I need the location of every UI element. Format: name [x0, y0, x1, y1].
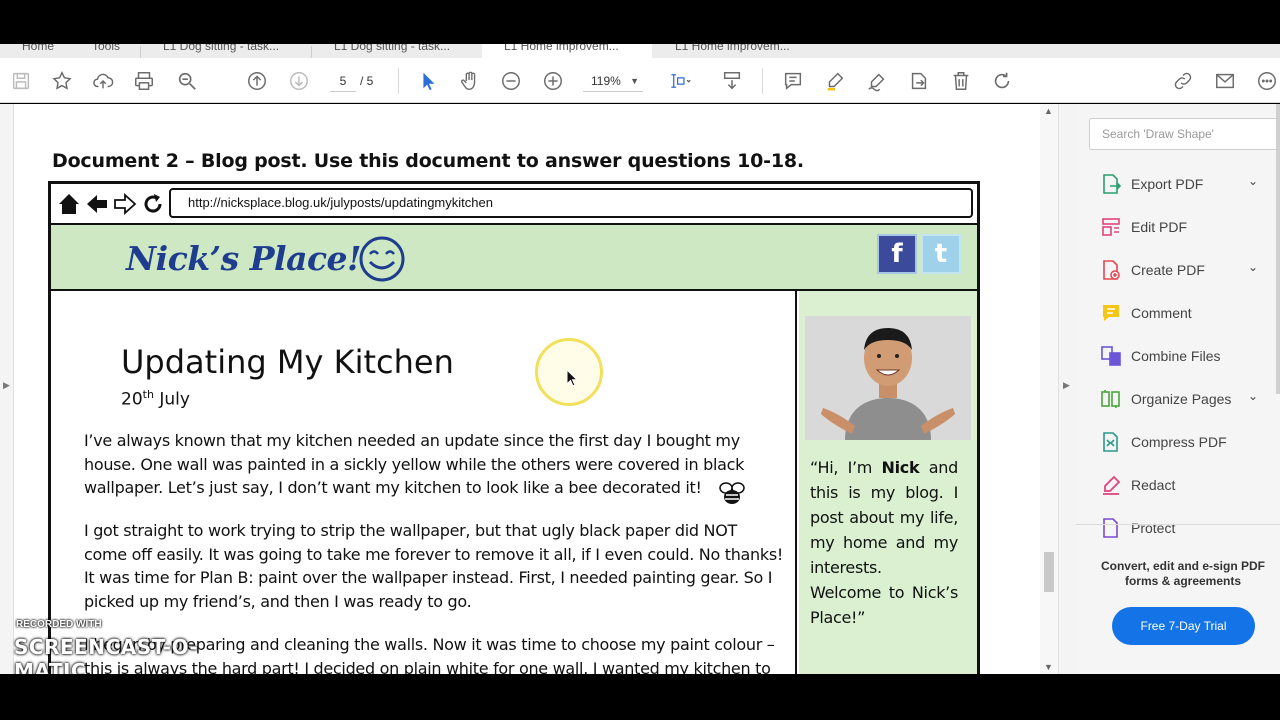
document-heading: Document 2 – Blog post. Use this documen…: [52, 150, 804, 172]
expand-left-icon: ▶: [3, 380, 10, 390]
hand-tool-icon[interactable]: [457, 68, 483, 94]
left-panel-toggle[interactable]: ▶: [0, 104, 14, 674]
chevron-down-icon: ▼: [630, 76, 639, 86]
blog-header: Nick’s Place! f t: [51, 223, 977, 291]
toolbar-separator: [398, 68, 399, 94]
scroll-down-icon[interactable]: ▼: [1044, 662, 1053, 672]
create-pdf-icon: [1100, 259, 1122, 281]
comment-icon: [1100, 302, 1122, 324]
sidebar-name: Nick: [881, 458, 920, 477]
tab-document[interactable]: L1 Home improvem...: [653, 44, 823, 58]
chevron-down-icon[interactable]: ⌄: [1248, 389, 1258, 403]
print-icon[interactable]: [131, 68, 157, 94]
blog-title: Nick’s Place!: [126, 239, 362, 278]
post-title: Updating My Kitchen: [121, 343, 454, 381]
back-arrow-icon: [87, 195, 107, 213]
tab-bar: Home Tools L1 Dog sitting - task... L1 D…: [0, 44, 1280, 58]
chevron-down-icon[interactable]: ⌄: [1248, 260, 1258, 274]
sidebar-intro: “Hi, I’m Nick and this is my blog. I pos…: [810, 458, 958, 627]
comment-icon[interactable]: [780, 68, 806, 94]
free-trial-button[interactable]: Free 7-Day Trial: [1112, 607, 1255, 645]
page-display-icon[interactable]: [667, 68, 693, 94]
previous-page-icon[interactable]: [244, 68, 270, 94]
scrollbar-thumb[interactable]: [1044, 552, 1054, 592]
tool-combine-files[interactable]: Combine Files: [1100, 343, 1270, 369]
profile-photo: [805, 316, 971, 440]
zoom-out-icon[interactable]: [498, 68, 524, 94]
home-icon: [59, 194, 79, 214]
tab-document-active[interactable]: L1 Home improvem...: [482, 44, 652, 58]
compress-pdf-icon: [1100, 431, 1122, 453]
page-total: / 5: [360, 74, 374, 88]
toolbar-separator: [762, 68, 763, 94]
tab-tools[interactable]: Tools: [70, 44, 140, 58]
tool-edit-pdf[interactable]: Edit PDF: [1100, 214, 1270, 240]
share-link-icon[interactable]: [1170, 68, 1196, 94]
browser-nav-icons: [57, 192, 163, 216]
mouse-pointer-icon: [566, 369, 578, 387]
organize-pages-icon: [1100, 388, 1122, 410]
zoom-select[interactable]: 119% ▼: [583, 70, 643, 92]
tab-document[interactable]: L1 Dog sitting - task...: [141, 44, 311, 58]
sign-icon[interactable]: [864, 68, 890, 94]
twitter-icon: t: [921, 234, 961, 274]
tool-create-pdf[interactable]: Create PDF ⌄: [1100, 257, 1270, 283]
refresh-icon: [144, 194, 162, 213]
save-icon[interactable]: [8, 68, 34, 94]
export-share-icon[interactable]: [906, 68, 932, 94]
right-panel-toggle[interactable]: ▶: [1058, 104, 1076, 674]
more-menu-icon[interactable]: [1254, 68, 1280, 94]
delete-icon[interactable]: [948, 68, 974, 94]
bee-icon: [719, 482, 745, 504]
tool-compress-pdf[interactable]: Compress PDF: [1100, 429, 1270, 455]
sidebar-welcome: Welcome to Nick’s Place!”: [810, 583, 958, 627]
tools-search-input[interactable]: Search 'Draw Shape': [1089, 118, 1279, 150]
upload-cloud-icon[interactable]: [90, 68, 116, 94]
edit-pdf-icon: [1100, 216, 1122, 238]
protect-icon: [1100, 517, 1122, 539]
tool-organize-pages[interactable]: Organize Pages ⌄: [1100, 386, 1270, 412]
scroll-mode-icon[interactable]: [719, 68, 745, 94]
smiley-icon: [359, 236, 405, 282]
zoom-in-icon[interactable]: [540, 68, 566, 94]
tools-pane-scrollbar[interactable]: [1276, 104, 1280, 394]
tool-export-pdf[interactable]: Export PDF ⌄: [1100, 171, 1270, 197]
rotate-icon[interactable]: [989, 68, 1015, 94]
facebook-icon: f: [877, 234, 917, 274]
post-paragraph: I got straight to work trying to strip t…: [84, 521, 784, 611]
blog-url-bar: http://nicksplace.blog.uk/julyposts/upda…: [169, 188, 973, 218]
find-zoom-icon[interactable]: [174, 68, 200, 94]
promo-text: Convert, edit and e-sign PDF forms & agr…: [1100, 559, 1265, 588]
next-page-icon[interactable]: [286, 68, 312, 94]
blog-sidebar: “Hi, I’m Nick and this is my blog. I pos…: [799, 291, 977, 691]
post-paragraph: I’ve always known that my kitchen needed…: [84, 431, 745, 497]
chevron-down-icon[interactable]: ⌄: [1248, 174, 1258, 188]
bookmark-star-icon[interactable]: [49, 68, 75, 94]
panel-divider: [1076, 524, 1280, 525]
toolbar: 5 / 5 119% ▼: [0, 58, 1280, 103]
tools-pane: Search 'Draw Shape' Export PDF ⌄ Edit PD…: [1076, 104, 1280, 674]
redact-icon: [1100, 474, 1122, 496]
scroll-up-icon[interactable]: ▲: [1044, 106, 1053, 116]
tool-redact[interactable]: Redact: [1100, 472, 1270, 498]
tool-comment[interactable]: Comment: [1100, 300, 1270, 326]
export-pdf-icon: [1100, 173, 1122, 195]
tab-home[interactable]: Home: [0, 44, 70, 58]
collapse-right-icon: ▶: [1063, 380, 1070, 390]
bottom-black-bar: [0, 674, 1280, 720]
page-number-input[interactable]: 5: [330, 70, 356, 92]
tool-protect[interactable]: Protect: [1100, 515, 1270, 541]
tab-document[interactable]: L1 Dog sitting - task...: [312, 44, 482, 58]
blog-browser-frame: http://nicksplace.blog.uk/julyposts/upda…: [48, 181, 980, 691]
top-black-bar: [0, 0, 1280, 44]
post-date: 20th July: [121, 388, 190, 410]
combine-files-icon: [1100, 345, 1122, 367]
document-scrollbar[interactable]: ▲ ▼: [1040, 104, 1058, 674]
email-icon[interactable]: [1212, 68, 1238, 94]
forward-arrow-icon: [114, 192, 137, 216]
highlight-pen-icon[interactable]: [822, 68, 848, 94]
screencast-watermark: RECORDED WITH SCREENCAST-O-MATIC: [14, 619, 199, 683]
select-cursor-icon[interactable]: [415, 68, 441, 94]
